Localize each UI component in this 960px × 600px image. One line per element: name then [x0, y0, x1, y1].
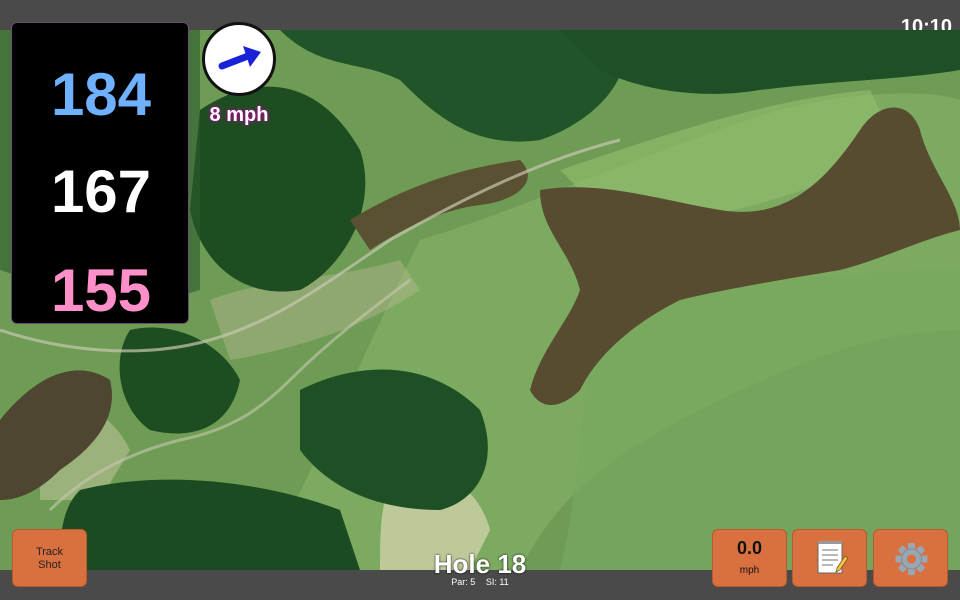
distance-middle: 167 [50, 158, 152, 225]
wind-direction-dial [202, 22, 276, 96]
speed-value: 0.0 [736, 538, 763, 558]
wind-arrow-icon [218, 46, 261, 70]
track-shot-label-line1: Track [35, 546, 64, 558]
distance-back: 184 [50, 61, 152, 128]
settings-button[interactable] [873, 529, 948, 587]
track-shot-button[interactable]: Track Shot [12, 529, 87, 587]
hole-title: Hole 18 [433, 549, 527, 579]
distance-panel: 184 167 155 [11, 22, 189, 324]
wind-speed-label: 8 mph [209, 104, 269, 126]
distance-front: 155 [50, 257, 152, 324]
notepad-icon [817, 541, 849, 574]
hole-par: Par: 5 [451, 577, 476, 587]
hole-info: Par: 5 SI: 11 [380, 577, 580, 587]
speed-unit: mph [739, 565, 760, 576]
notes-button[interactable] [792, 529, 867, 587]
speed-button[interactable]: 0.0 mph [712, 529, 787, 587]
track-shot-label-line2: Shot [38, 559, 61, 571]
hole-stroke-index: SI: 11 [485, 577, 509, 587]
gear-icon [895, 543, 928, 575]
